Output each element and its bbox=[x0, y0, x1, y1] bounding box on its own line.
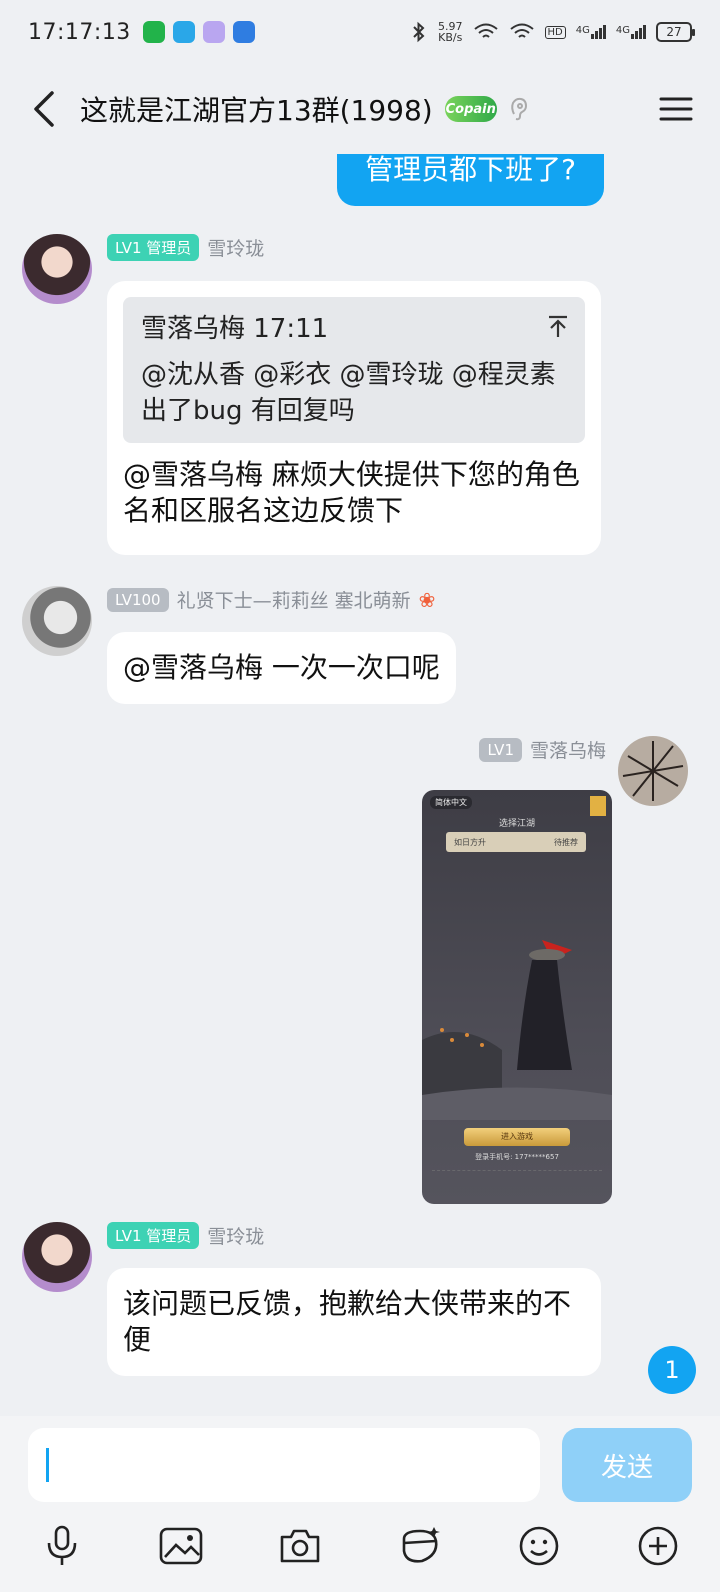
battery-icon: 27 bbox=[656, 22, 695, 42]
camera-icon[interactable] bbox=[276, 1522, 324, 1570]
hamburger-icon bbox=[659, 97, 693, 121]
network-speed: 5.97 KB/s bbox=[438, 21, 463, 43]
plus-icon[interactable] bbox=[634, 1522, 682, 1570]
net2-label: 4G bbox=[615, 25, 630, 36]
signal-1-icon: 4G bbox=[576, 25, 606, 39]
login-phone: 登录手机号: 177*****657 bbox=[475, 1153, 559, 1161]
net1-label: 4G bbox=[575, 25, 590, 36]
unread-count-badge[interactable]: 1 bbox=[648, 1346, 696, 1394]
composer-toolbar bbox=[0, 1516, 720, 1576]
language-select: 简体中文 bbox=[430, 796, 472, 809]
message-text: @雪落乌梅 一次一次口呢 bbox=[123, 651, 440, 684]
quote-body: @沈从香 @彩衣 @雪玲珑 @程灵素 出了bug 有回复吗 bbox=[141, 360, 556, 426]
clipboard-app-icon bbox=[232, 21, 255, 43]
send-button[interactable]: 发送 bbox=[562, 1428, 692, 1502]
wifi-icon bbox=[473, 23, 498, 38]
sender-name[interactable]: 礼贤下士—莉莉丝 塞北萌新 bbox=[177, 586, 411, 613]
status-bar: 17:17:13 5.97 KB/s HD 4G 4G 27 bbox=[0, 0, 720, 64]
sender-meta: LV100 礼贤下士—莉莉丝 塞北萌新 ❀ bbox=[107, 586, 435, 613]
sender-meta: LV1 管理员 雪玲珑 bbox=[107, 234, 264, 261]
microphone-icon[interactable] bbox=[38, 1522, 86, 1570]
shield-app-icon bbox=[142, 21, 165, 43]
status-time: 17:17:13 bbox=[28, 19, 131, 45]
level-badge: LV1 bbox=[479, 737, 522, 762]
group-title[interactable]: 这就是江湖官方13群(1998) bbox=[80, 89, 433, 129]
quote-header: 雪落乌梅 17:11 bbox=[141, 314, 329, 344]
message-bubble[interactable]: @雪落乌梅 一次一次口呢 bbox=[107, 632, 456, 704]
sender-name[interactable]: 雪玲珑 bbox=[207, 234, 264, 261]
enter-game-button: 进入游戏 bbox=[464, 1128, 570, 1146]
image-message[interactable]: 简体中文 选择江湖 如日方升 待推荐 进入游戏 登录手机号: 177*****6… bbox=[422, 790, 612, 1204]
avatar[interactable] bbox=[22, 586, 92, 656]
message-input[interactable] bbox=[28, 1428, 540, 1502]
chat-header: 这就是江湖官方13群(1998) Copain bbox=[0, 64, 720, 154]
message-text: 该问题已反馈，抱歉给大侠带来的不便 bbox=[123, 1287, 572, 1356]
avatar[interactable] bbox=[22, 1222, 92, 1292]
sender-meta: LV1 雪落乌梅 bbox=[479, 736, 606, 763]
message-bubble[interactable]: 雪落乌梅 17:11 @沈从香 @彩衣 @雪玲珑 @程灵素 出了bug 有回复吗… bbox=[107, 281, 601, 555]
server-name: 如日方升 bbox=[454, 837, 486, 847]
level-badge: LV1 管理员 bbox=[107, 1222, 200, 1249]
age-rating-icon bbox=[590, 796, 606, 816]
chevron-left-icon bbox=[34, 91, 54, 127]
security-app-icon bbox=[172, 21, 195, 43]
outgoing-message-bubble[interactable]: 管理员都下班了? bbox=[337, 150, 604, 206]
level-badge: LV1 管理员 bbox=[107, 234, 200, 261]
avatar[interactable] bbox=[22, 234, 92, 304]
message-list[interactable]: 管理员都下班了? LV1 管理员 雪玲珑 雪落乌梅 17:11 @沈从香 @彩衣… bbox=[0, 150, 720, 1416]
jump-to-message-icon[interactable] bbox=[547, 315, 569, 339]
emoji-icon[interactable] bbox=[515, 1522, 563, 1570]
speed-unit: KB/s bbox=[438, 31, 463, 44]
image-icon[interactable] bbox=[157, 1522, 205, 1570]
group-badge[interactable]: Copain bbox=[444, 96, 497, 122]
text-caret bbox=[46, 1448, 49, 1482]
flame-icon: ❀ bbox=[418, 587, 436, 612]
back-button[interactable] bbox=[24, 89, 64, 129]
swordsman-illustration bbox=[422, 940, 612, 1120]
sender-name[interactable]: 雪玲珑 bbox=[207, 1222, 264, 1249]
server-status: 待推荐 bbox=[554, 837, 578, 847]
notification-icons bbox=[142, 21, 255, 43]
footer-fineprint bbox=[432, 1170, 602, 1192]
avatar[interactable] bbox=[618, 736, 688, 806]
quoted-message[interactable]: 雪落乌梅 17:11 @沈从香 @彩衣 @雪玲珑 @程灵素 出了bug 有回复吗 bbox=[123, 297, 585, 443]
hd-badge: HD bbox=[544, 25, 566, 39]
signal-2-icon: 4G bbox=[616, 25, 646, 39]
wifi-2-icon bbox=[509, 23, 534, 38]
server-select: 如日方升 待推荐 bbox=[446, 832, 586, 852]
ear-icon[interactable] bbox=[507, 96, 531, 122]
menu-button[interactable] bbox=[656, 89, 696, 129]
game-app-icon bbox=[202, 21, 225, 43]
avatar-pattern bbox=[622, 741, 684, 801]
message-text: @雪落乌梅 麻烦大侠提供下您的角色名和区服名这边反馈下 bbox=[123, 458, 580, 527]
shot-title: 选择江湖 bbox=[498, 819, 535, 829]
sender-meta: LV1 管理员 雪玲珑 bbox=[107, 1222, 264, 1249]
level-badge: LV100 bbox=[107, 587, 169, 612]
sender-name[interactable]: 雪落乌梅 bbox=[530, 736, 606, 763]
bluetooth-icon bbox=[413, 21, 425, 43]
message-bubble[interactable]: 该问题已反馈，抱歉给大侠带来的不便 bbox=[107, 1268, 601, 1376]
composer: 发送 bbox=[0, 1416, 720, 1592]
sticker-icon[interactable] bbox=[396, 1522, 444, 1570]
